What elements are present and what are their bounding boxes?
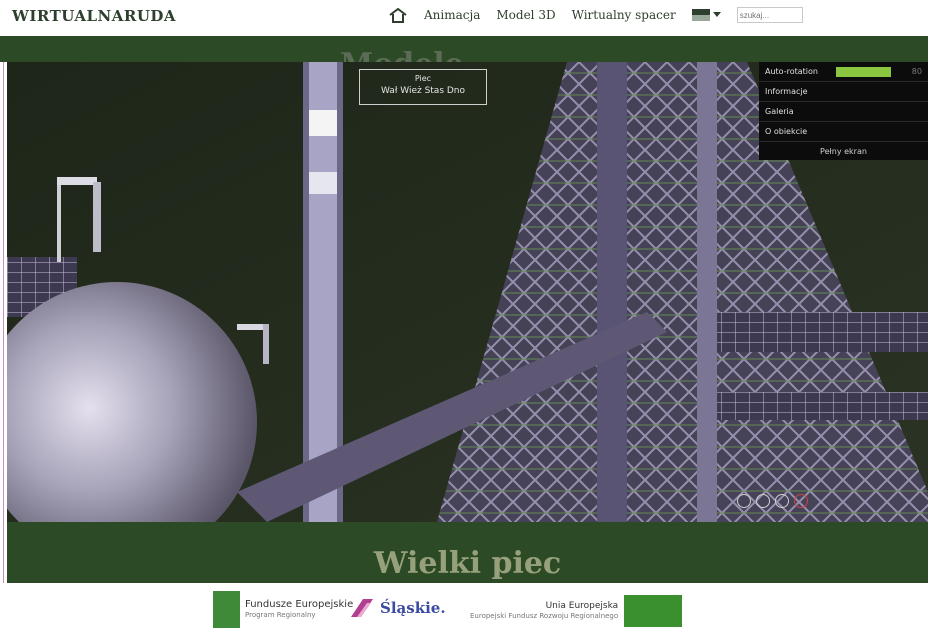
rotate-left-icon[interactable] — [737, 494, 751, 508]
site-logo[interactable]: WIRTUALNARUDA — [12, 7, 176, 25]
auto-rotation-row: Auto-rotation 80 — [759, 62, 928, 82]
nav-item-virtual-tour[interactable]: Wirtualny spacer — [572, 8, 676, 22]
logo-fundusze-europejskie[interactable]: Fundusze Europejskie Program Regionalny — [213, 591, 353, 628]
fe-subtitle: Program Regionalny — [245, 610, 316, 619]
eu-flag-icon — [624, 595, 683, 627]
top-bar: WIRTUALNARUDA Animacja Model 3D Wirtualn… — [0, 0, 928, 36]
hotspot-label: Piec — [414, 74, 432, 83]
home-icon[interactable] — [388, 7, 408, 23]
chevron-down-icon — [712, 12, 721, 17]
flag-icon — [691, 9, 710, 21]
section-band: Modele — [0, 36, 928, 72]
section-title: Wielki piec — [373, 546, 562, 581]
logo-slaskie[interactable]: Śląskie. — [349, 597, 446, 619]
hotspot-furnace[interactable]: Piec Wał Wież Stas Dno — [359, 69, 487, 105]
panel-item-about[interactable]: O obiekcie — [759, 122, 928, 142]
slaskie-mark-icon — [351, 599, 373, 617]
lower-band: Wielki piec — [7, 522, 928, 583]
edge-line-left — [3, 0, 4, 635]
logo-unia-europejska[interactable]: Unia Europejska Europejski Fundusz Rozwo… — [470, 595, 683, 627]
auto-rotation-label: Auto-rotation — [765, 67, 818, 76]
rotate-right-icon[interactable] — [775, 494, 789, 508]
search-input[interactable] — [736, 7, 803, 23]
main-nav: Animacja Model 3D Wirtualny spacer — [388, 7, 803, 23]
model-3d-viewer[interactable]: Piec Wał Wież Stas Dno Auto-rotation 80 … — [7, 62, 928, 522]
slaskie-text: Śląskie. — [380, 599, 446, 617]
panel-item-gallery[interactable]: Galeria — [759, 102, 928, 122]
fe-mark-icon — [213, 591, 240, 628]
footer: Fundusze Europejskie Program Regionalny … — [0, 583, 928, 635]
fullscreen-button[interactable]: Pełny ekran — [759, 142, 928, 160]
zoom-icon[interactable] — [756, 494, 770, 508]
panel-item-info[interactable]: Informacje — [759, 82, 928, 102]
auto-rotation-slider[interactable] — [836, 66, 892, 77]
viewer-control-panel: Auto-rotation 80 Informacje Galeria O ob… — [759, 62, 928, 160]
hotspot-options[interactable]: Wał Wież Stas Dno — [360, 85, 486, 98]
ue-subtitle: Europejski Fundusz Rozwoju Regionalnego — [470, 612, 619, 620]
viewer-nav-controls — [737, 494, 808, 508]
compass-icon[interactable] — [794, 494, 808, 508]
nav-item-animation[interactable]: Animacja — [424, 8, 480, 22]
language-switch[interactable] — [691, 9, 721, 21]
fe-title: Fundusze Europejskie — [245, 598, 354, 610]
nav-item-model-3d[interactable]: Model 3D — [496, 8, 555, 22]
ue-title: Unia Europejska — [545, 601, 619, 611]
auto-rotation-value: 80 — [911, 67, 922, 76]
